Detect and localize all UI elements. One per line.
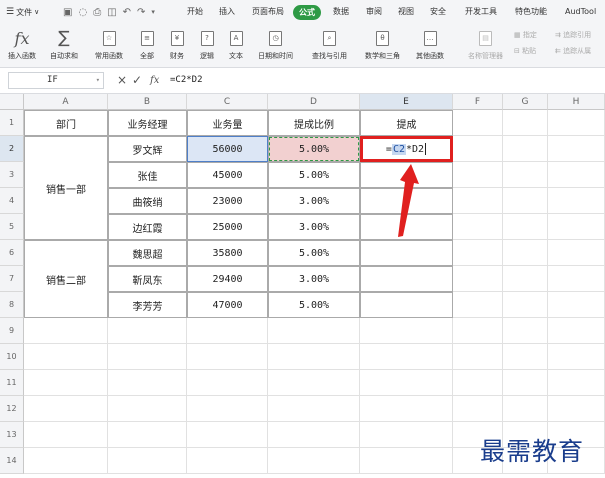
red-arrow-icon [398, 164, 419, 237]
watermark-logo: 最需教育 [480, 437, 585, 466]
annotation-arrow-overlay [398, 164, 419, 237]
